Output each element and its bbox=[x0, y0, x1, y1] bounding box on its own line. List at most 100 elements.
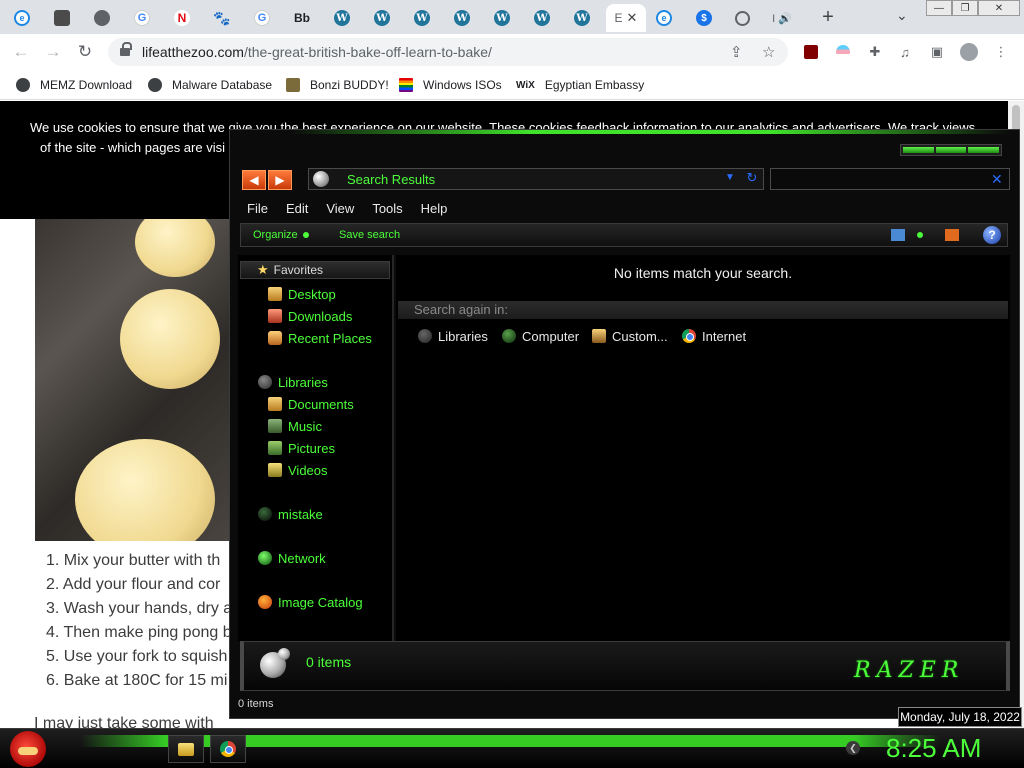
tab[interactable] bbox=[44, 4, 80, 32]
forward-button[interactable]: ▶ bbox=[268, 170, 292, 190]
favorites-header[interactable]: ★ Favorites bbox=[240, 261, 390, 279]
search-in-internet[interactable]: Internet bbox=[682, 327, 746, 345]
start-button[interactable] bbox=[10, 731, 46, 767]
nav-desktop[interactable]: Desktop bbox=[268, 285, 336, 303]
close-tab-icon[interactable]: ✕ bbox=[627, 10, 638, 26]
wordpress-icon: W bbox=[334, 10, 350, 26]
nav-mistake[interactable]: mistake bbox=[258, 505, 323, 523]
flag-icon[interactable] bbox=[836, 45, 850, 59]
tab[interactable]: 🐾 bbox=[204, 4, 240, 32]
window-controls[interactable] bbox=[900, 144, 1002, 156]
tab[interactable]: e bbox=[646, 4, 682, 32]
minimize-button[interactable]: — bbox=[926, 0, 952, 16]
tab[interactable]: $ bbox=[686, 4, 722, 32]
help-icon[interactable]: ? bbox=[983, 226, 1001, 244]
reload-button[interactable]: ↻ bbox=[74, 41, 96, 63]
tab[interactable]: N bbox=[164, 4, 200, 32]
url-text[interactable]: lifeatthezoo.com/the-great-british-bake-… bbox=[142, 44, 492, 60]
tab[interactable]: W bbox=[364, 4, 400, 32]
tab[interactable]: W bbox=[444, 4, 480, 32]
bookmark-star-icon[interactable]: ☆ bbox=[762, 43, 775, 61]
sidepanel-icon[interactable]: ▣ bbox=[928, 43, 946, 61]
share-icon[interactable]: ⇪ bbox=[730, 43, 743, 61]
nav-libraries[interactable]: Libraries bbox=[258, 373, 328, 391]
tab[interactable]: W bbox=[324, 4, 360, 32]
restore-button[interactable]: ❐ bbox=[952, 0, 978, 16]
ublock-icon[interactable] bbox=[804, 45, 818, 59]
nav-recent-places[interactable]: Recent Places bbox=[268, 329, 372, 347]
forward-button[interactable]: → bbox=[42, 41, 64, 63]
clock[interactable]: 8:25 AM bbox=[886, 733, 981, 764]
globe-icon bbox=[734, 10, 750, 26]
tab[interactable] bbox=[724, 4, 760, 32]
address-bar[interactable]: Search Results ▼ ↻ bbox=[308, 168, 764, 190]
tab[interactable]: e bbox=[4, 4, 40, 32]
menu-icon[interactable]: ⋮ bbox=[992, 43, 1010, 61]
nav-image-catalog[interactable]: Image Catalog bbox=[258, 593, 363, 611]
nav-pictures[interactable]: Pictures bbox=[268, 439, 335, 457]
nav-videos[interactable]: Videos bbox=[268, 461, 328, 479]
menu-help[interactable]: Help bbox=[412, 198, 457, 220]
tab[interactable]: I 🔊 bbox=[764, 4, 800, 32]
search-in-computer[interactable]: Computer bbox=[502, 327, 579, 345]
tab[interactable]: Bb bbox=[284, 4, 320, 32]
tray-expand-icon[interactable]: ❮ bbox=[846, 741, 860, 755]
save-search-button[interactable]: Save search bbox=[339, 229, 400, 241]
bookmark-windows-isos[interactable]: Windows ISOs bbox=[399, 76, 502, 94]
puzzle-icon[interactable]: ✚ bbox=[866, 43, 884, 61]
tab[interactable]: G bbox=[244, 4, 280, 32]
profile-icon[interactable] bbox=[960, 43, 978, 61]
tab[interactable]: W bbox=[564, 4, 600, 32]
nav-downloads[interactable]: Downloads bbox=[268, 307, 352, 325]
tab[interactable]: W bbox=[484, 4, 520, 32]
command-bar: Organize Save search ? bbox=[240, 223, 1008, 247]
refresh-icon[interactable]: ↻ bbox=[743, 170, 761, 188]
menu-edit[interactable]: Edit bbox=[277, 198, 317, 220]
view-options-icon[interactable] bbox=[917, 232, 923, 238]
lock-icon[interactable] bbox=[120, 42, 132, 57]
bookmark-bonzi[interactable]: Bonzi BUDDY! bbox=[286, 76, 389, 94]
chromium-icon bbox=[94, 10, 110, 26]
address-bar[interactable]: lifeatthezoo.com/the-great-british-bake-… bbox=[108, 38, 788, 66]
bookmark-memz[interactable]: MEMZ Download bbox=[16, 76, 132, 94]
nav-music[interactable]: Music bbox=[268, 417, 322, 435]
close-button[interactable] bbox=[968, 147, 1000, 153]
organize-button[interactable]: Organize bbox=[253, 229, 309, 241]
tab-active[interactable]: E ✕ bbox=[606, 4, 646, 32]
bookmark-egyptian-embassy[interactable]: WiX Egyptian Embassy bbox=[516, 76, 644, 94]
minimize-button[interactable] bbox=[903, 147, 934, 153]
taskbar-explorer-button[interactable] bbox=[168, 735, 204, 763]
tab[interactable]: G bbox=[124, 4, 160, 32]
search-in-custom[interactable]: Custom... bbox=[592, 327, 668, 345]
new-tab-button[interactable]: + bbox=[816, 6, 840, 29]
view-icon[interactable] bbox=[891, 229, 905, 241]
close-window-button[interactable]: ✕ bbox=[978, 0, 1020, 16]
tab[interactable] bbox=[84, 4, 120, 32]
menu-tools[interactable]: Tools bbox=[363, 198, 411, 220]
recent-places-icon bbox=[268, 331, 282, 345]
search-in-libraries[interactable]: Libraries bbox=[418, 327, 488, 345]
nav-network[interactable]: Network bbox=[258, 549, 326, 567]
menu-file[interactable]: File bbox=[238, 198, 277, 220]
taskbar: ❮ 8:25 AM bbox=[0, 728, 1024, 768]
tab[interactable]: W bbox=[404, 4, 440, 32]
taskbar-chrome-button[interactable] bbox=[210, 735, 246, 763]
media-icon[interactable]: ♫ bbox=[896, 43, 914, 61]
back-button[interactable]: ◀ bbox=[242, 170, 266, 190]
clear-search-icon[interactable]: ✕ bbox=[991, 171, 1003, 188]
back-button[interactable]: ← bbox=[10, 41, 32, 63]
menu-view[interactable]: View bbox=[317, 198, 363, 220]
network-icon bbox=[258, 551, 272, 565]
preview-pane-icon[interactable] bbox=[945, 229, 959, 241]
nav-documents[interactable]: Documents bbox=[268, 395, 354, 413]
search-input[interactable]: ✕ bbox=[770, 168, 1010, 190]
bookmark-malware-db[interactable]: Malware Database bbox=[148, 76, 272, 94]
list-item: 2. Add your flour and cor bbox=[46, 576, 221, 593]
recipe-photo bbox=[35, 219, 235, 541]
empty-message: No items match your search. bbox=[613, 265, 793, 281]
homegroup-icon bbox=[258, 507, 272, 521]
chevron-down-icon[interactable]: ▼ bbox=[725, 172, 735, 183]
maximize-button[interactable] bbox=[935, 147, 967, 153]
tab[interactable]: W bbox=[524, 4, 560, 32]
tab-search-chevron-icon[interactable]: ⌄ bbox=[896, 7, 908, 24]
